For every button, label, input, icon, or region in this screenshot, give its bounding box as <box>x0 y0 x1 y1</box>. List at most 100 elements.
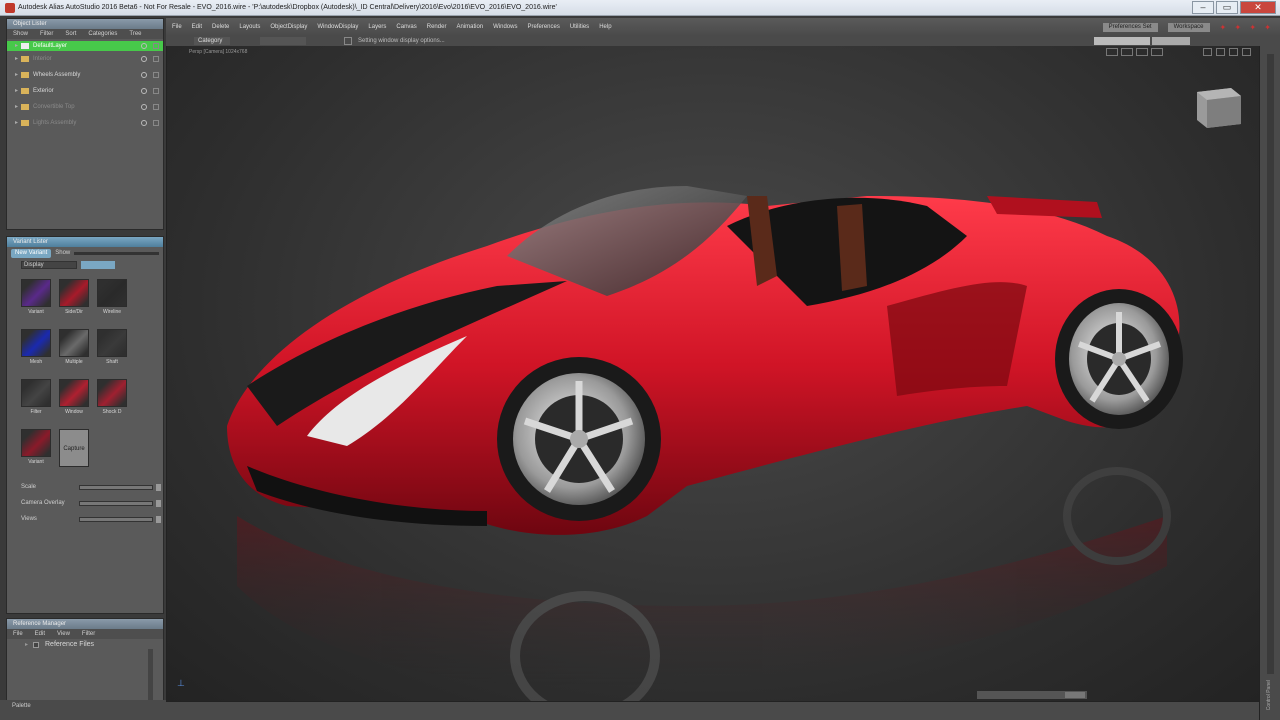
display-dropdown[interactable]: Display <box>21 261 77 269</box>
variant-thumbnail[interactable]: Variant <box>21 279 51 315</box>
variant-thumbnail[interactable]: Side/Dir <box>59 279 89 315</box>
folder-icon <box>21 56 29 62</box>
visibility-icon[interactable] <box>141 88 147 94</box>
toolbox-icons[interactable]: ✦ ✦ ✦ ✦ <box>1220 23 1274 32</box>
variant-thumbnail[interactable]: Wireline <box>97 279 127 315</box>
expand-icon[interactable]: ▸ <box>25 639 28 651</box>
variant-thumbnail[interactable]: Mesh <box>21 329 51 365</box>
workspace-button[interactable]: Workspace <box>1167 22 1210 32</box>
layer-label: Lights Assembly <box>33 120 77 126</box>
expand-icon[interactable]: ▸ <box>15 99 18 115</box>
variant-slider[interactable]: Views <box>21 513 161 525</box>
new-variant-button[interactable]: New Variant <box>11 248 52 258</box>
expand-icon[interactable]: ▸ <box>15 67 18 83</box>
menu-tree[interactable]: Tree <box>129 29 141 39</box>
layer-row[interactable]: ▸ Convertible Top <box>7 99 163 115</box>
lock-icon[interactable] <box>153 104 159 110</box>
slider-handle[interactable] <box>156 500 161 507</box>
checkbox[interactable] <box>33 642 39 648</box>
ref-menu-edit[interactable]: Edit <box>35 629 45 639</box>
scrollbar[interactable] <box>1267 54 1274 674</box>
ref-menu-filter[interactable]: Filter <box>82 629 95 639</box>
lock-icon[interactable] <box>153 120 159 126</box>
status-checkbox[interactable] <box>344 37 352 45</box>
layer-row[interactable]: ▸ DefaultLayer <box>7 41 163 51</box>
slider-track[interactable] <box>79 517 153 522</box>
reference-files-row[interactable]: ▸ Reference Files <box>7 639 163 651</box>
preferences-set-button[interactable]: Preferences Set <box>1102 22 1158 32</box>
visibility-icon[interactable] <box>141 120 147 126</box>
variant-thumbnail[interactable]: Window <box>59 379 89 415</box>
lock-icon[interactable] <box>153 72 159 78</box>
reference-manager-menu: File Edit View Filter <box>7 629 163 639</box>
layer-row[interactable]: ▸ Exterior <box>7 83 163 99</box>
capture-tile[interactable]: Capture <box>59 429 89 467</box>
layer-row[interactable]: ▸ Wheels Assembly <box>7 67 163 83</box>
rear-wheel <box>1055 289 1183 429</box>
menu-show[interactable]: Show <box>13 29 28 39</box>
menu-render[interactable]: Render <box>427 24 447 30</box>
lock-icon[interactable] <box>153 56 159 62</box>
visibility-icon[interactable] <box>141 104 147 110</box>
layer-label: Interior <box>33 56 52 62</box>
variant-thumbnail[interactable]: Shock D <box>97 379 127 415</box>
variant-thumbnail[interactable]: Variant <box>21 429 51 465</box>
ref-menu-view[interactable]: View <box>57 629 70 639</box>
menu-delete[interactable]: Delete <box>212 24 229 30</box>
slider-handle[interactable] <box>156 484 161 491</box>
show-menu[interactable]: Show <box>55 250 70 256</box>
variant-label: Variant <box>28 459 44 465</box>
visibility-icon[interactable] <box>141 56 147 62</box>
preferences-set-field[interactable] <box>1094 37 1150 45</box>
slider-track[interactable] <box>79 501 153 506</box>
menu-layouts[interactable]: Layouts <box>239 24 260 30</box>
visibility-icon[interactable] <box>141 43 147 49</box>
layer-row[interactable]: ▸ Lights Assembly <box>7 115 163 131</box>
variant-thumbnail[interactable]: Filter <box>21 379 51 415</box>
menu-windowdisplay[interactable]: WindowDisplay <box>317 24 358 30</box>
expand-icon[interactable]: ▸ <box>15 51 18 67</box>
secondary-toolbar: Category Setting window display options.… <box>166 36 1280 46</box>
layer-row[interactable]: ▸ Interior <box>7 51 163 67</box>
menu-preferences[interactable]: Preferences <box>527 24 559 30</box>
variant-thumbnail[interactable]: Multiple <box>59 329 89 365</box>
expand-icon[interactable]: ▸ <box>15 41 18 51</box>
variant-slider[interactable]: Scale <box>21 481 161 493</box>
view-cube-icon[interactable] <box>1197 88 1241 128</box>
minimize-button[interactable]: – <box>1192 1 1214 14</box>
status-bar <box>166 701 1259 720</box>
visibility-icon[interactable] <box>141 72 147 78</box>
menu-canvas[interactable]: Canvas <box>396 24 416 30</box>
menu-filter[interactable]: Filter <box>40 29 53 39</box>
expand-icon[interactable]: ▸ <box>15 83 18 99</box>
workspace-field[interactable] <box>1152 37 1190 45</box>
capture-button[interactable]: Capture <box>59 429 89 467</box>
slider-label: Views <box>21 516 37 522</box>
thumb-size-slider[interactable] <box>74 251 159 255</box>
menu-categories[interactable]: Categories <box>88 29 117 39</box>
variant-filter-field[interactable] <box>81 261 115 269</box>
slider-handle[interactable] <box>156 516 161 523</box>
menu-objectdisplay[interactable]: ObjectDisplay <box>270 24 307 30</box>
menu-animation[interactable]: Animation <box>456 24 483 30</box>
maximize-button[interactable]: ▭ <box>1216 1 1238 14</box>
menu-sort[interactable]: Sort <box>65 29 76 39</box>
lock-icon[interactable] <box>153 43 159 49</box>
menu-layers[interactable]: Layers <box>368 24 386 30</box>
slider-track[interactable] <box>79 485 153 490</box>
variant-slider[interactable]: Camera Overlay <box>21 497 161 509</box>
menu-windows[interactable]: Windows <box>493 24 517 30</box>
menu-file[interactable]: File <box>172 24 182 30</box>
menu-edit[interactable]: Edit <box>192 24 202 30</box>
close-button[interactable]: ✕ <box>1240 1 1276 14</box>
ref-menu-file[interactable]: File <box>13 629 23 639</box>
secondary-dropdown[interactable] <box>260 37 306 45</box>
expand-icon[interactable]: ▸ <box>15 115 18 131</box>
viewport-bottom-bar[interactable] <box>977 691 1087 699</box>
variant-thumbnail[interactable]: Shaft <box>97 329 127 365</box>
lock-icon[interactable] <box>153 88 159 94</box>
menu-utilities[interactable]: Utilities <box>570 24 589 30</box>
menu-help[interactable]: Help <box>599 24 611 30</box>
perspective-viewport[interactable]: Persp [Camera] 1024x768 ⊥ <box>166 46 1259 701</box>
category-dropdown[interactable]: Category <box>194 37 230 45</box>
